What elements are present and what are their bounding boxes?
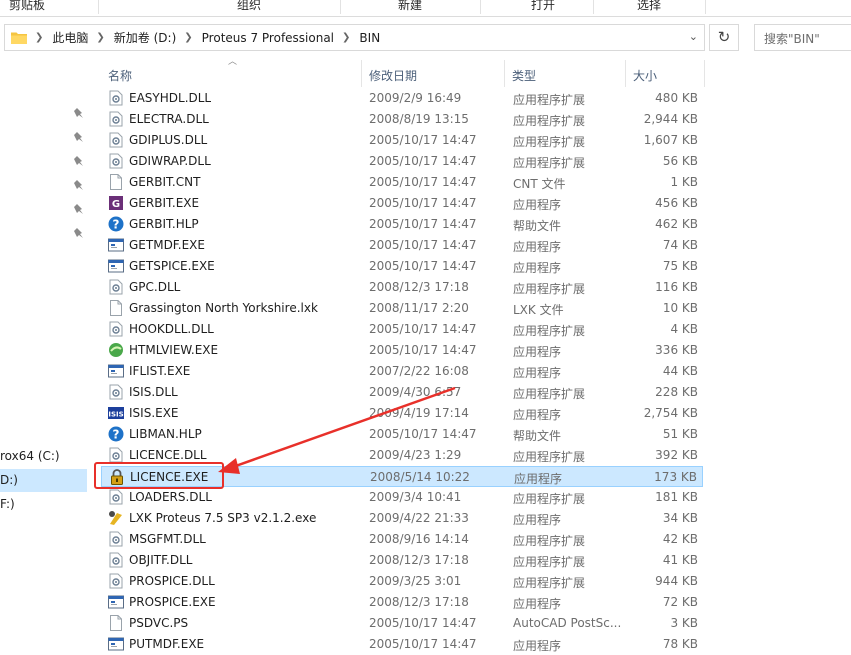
annotation-arrow bbox=[218, 386, 456, 474]
